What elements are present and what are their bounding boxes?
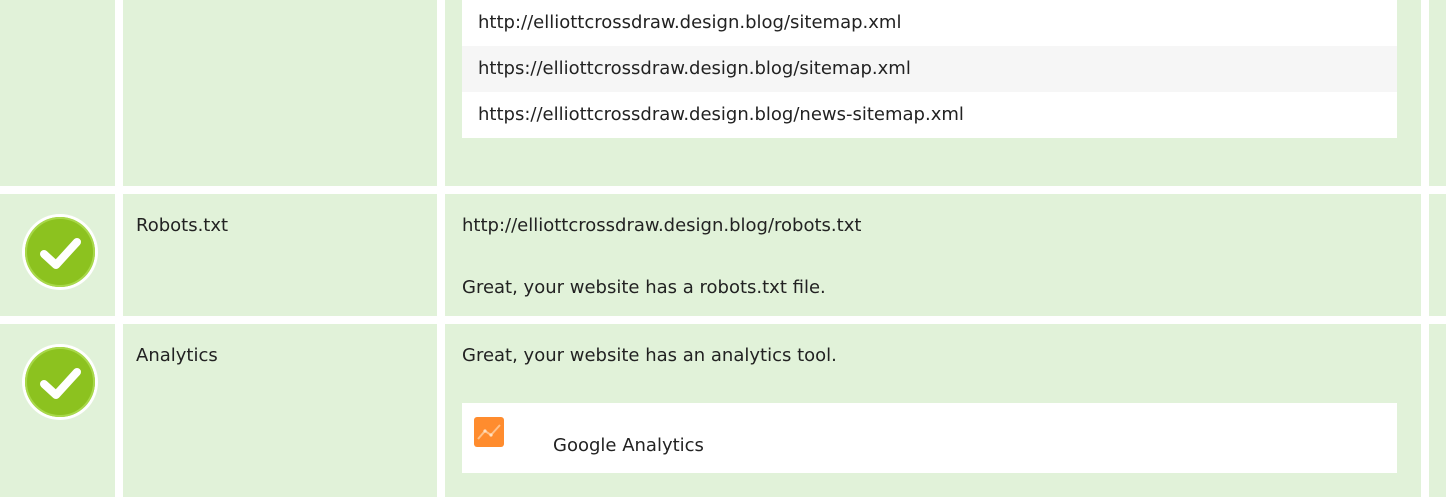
analytics-status-cell [0,324,115,497]
robots-message: Great, your website has a robots.txt fil… [462,277,826,298]
sitemap-list: http://elliottcrossdraw.design.blog/site… [462,0,1397,138]
robots-status-cell [0,194,115,316]
check-circle-icon [22,344,98,420]
row-edge [1429,0,1446,186]
robots-label: Robots.txt [136,215,229,236]
sitemap-list-item: https://elliottcrossdraw.design.blog/sit… [462,46,1397,92]
analytics-message: Great, your website has an analytics too… [462,345,837,366]
analytics-row: Analytics Great, your website has an ana… [0,324,1446,497]
row-edge [1429,194,1446,316]
sitemap-content-cell: http://elliottcrossdraw.design.blog/site… [445,0,1421,186]
analytics-label-cell: Analytics [123,324,437,497]
robots-url: http://elliottcrossdraw.design.blog/robo… [462,215,862,236]
sitemap-label-cell [123,0,437,186]
sitemap-status-cell [0,0,115,186]
google-analytics-icon [474,417,504,447]
row-edge [1429,324,1446,497]
robots-label-cell: Robots.txt [123,194,437,316]
analytics-label: Analytics [136,345,218,366]
analytics-content-cell: Great, your website has an analytics too… [445,324,1421,497]
robots-row: Robots.txt http://elliottcrossdraw.desig… [0,194,1446,316]
sitemap-list-item: http://elliottcrossdraw.design.blog/site… [478,12,902,33]
analytics-tool-name: Google Analytics [553,435,704,456]
sitemap-list-item: https://elliottcrossdraw.design.blog/new… [478,104,964,125]
sitemap-row: http://elliottcrossdraw.design.blog/site… [0,0,1446,186]
analytics-tool-item: Google Analytics [462,403,1397,473]
robots-content-cell: http://elliottcrossdraw.design.blog/robo… [445,194,1421,316]
check-circle-icon [22,214,98,290]
